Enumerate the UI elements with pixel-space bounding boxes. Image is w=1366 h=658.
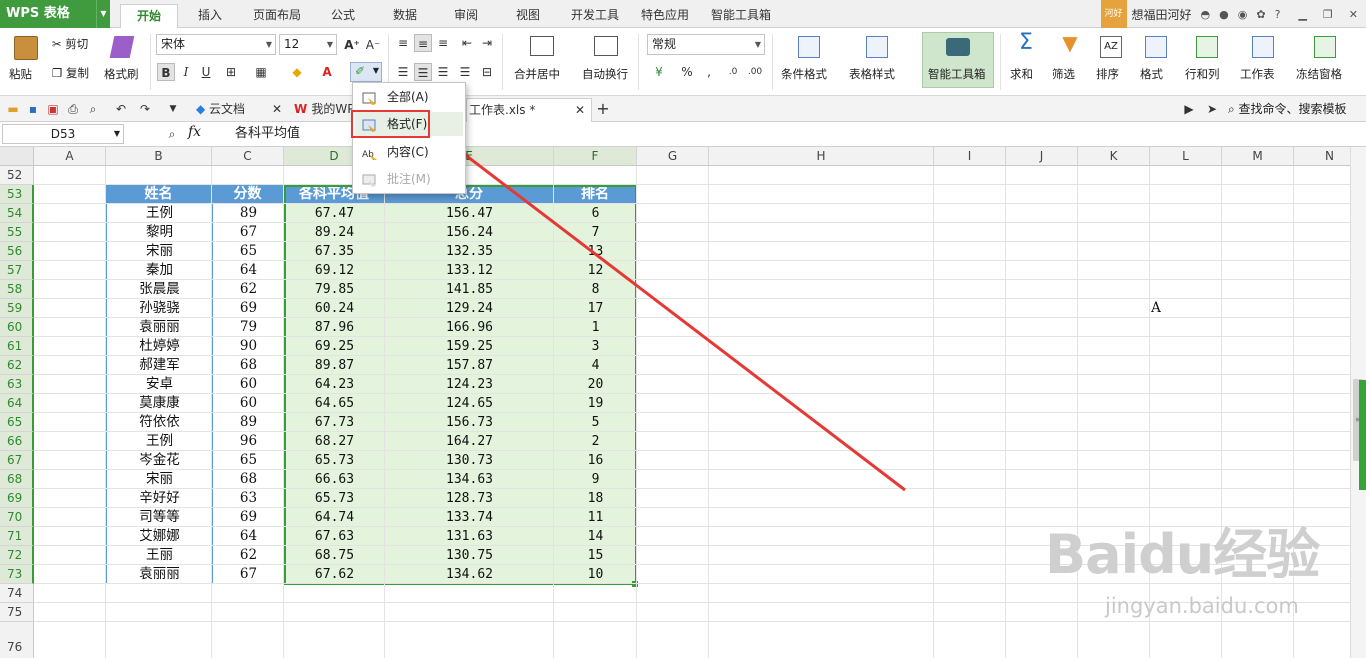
menu-item-clear-all[interactable]: 全部(A) — [355, 85, 463, 109]
wps-spreadsheet-window: WPS 表格 ▼ 开始 插入 页面布局 公式 数据 审阅 视图 开发工具 特色应用… — [0, 0, 1366, 658]
clear-comments-icon — [362, 172, 378, 187]
annotation-highlight-box — [351, 110, 430, 138]
watermark-url: jingyan.baidu.com — [1105, 594, 1299, 618]
menu-item-clear-comments: 批注(M) — [355, 167, 463, 191]
clear-dropdown-menu: 全部(A) 格式(F) Ab 内容(C) 批注(M) — [352, 82, 466, 194]
menu-item-clear-content[interactable]: Ab 内容(C) — [355, 140, 463, 164]
clear-all-icon — [362, 90, 378, 105]
clear-content-icon: Ab — [362, 145, 378, 160]
watermark-logo: Baidu经验 — [1045, 523, 1320, 586]
